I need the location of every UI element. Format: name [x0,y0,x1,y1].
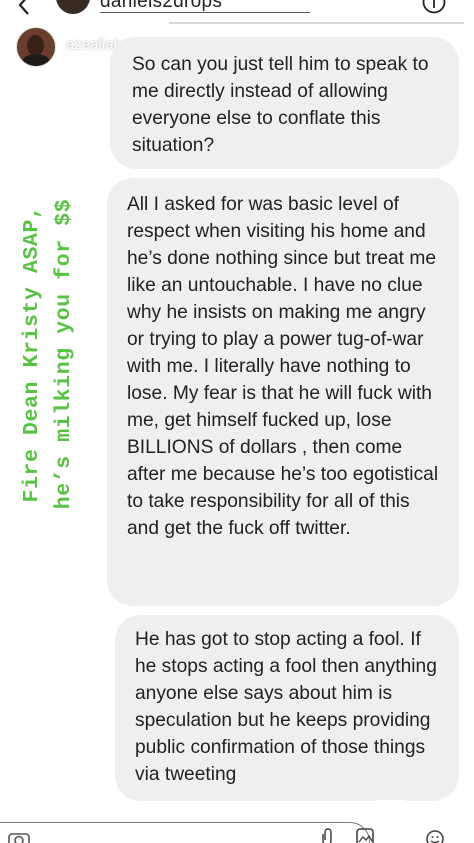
story-progress-fill [10,22,169,24]
camera-icon[interactable] [8,830,30,843]
message-bubble: So can you just tell him to speak to me … [110,37,459,169]
sticker-line: he’s milking you for $$ [52,198,76,510]
story-progress-bar [10,22,464,24]
avatar[interactable] [56,0,90,14]
text-sticker: Fire Dean Kristy ASAP, he’s milking you … [16,199,80,510]
paperclip-icon[interactable] [322,828,334,843]
send-icon[interactable] [376,798,406,828]
reply-input[interactable] [0,822,370,843]
message-bubble: All I asked for was basic level of respe… [107,178,459,606]
dm-header: daniels2drops [0,0,474,20]
chevron-left-icon[interactable] [14,0,36,16]
info-icon[interactable] [422,0,446,14]
username-underline [100,12,310,13]
avatar[interactable] [16,27,56,67]
sticker-line: Fire Dean Kristy ASAP, [20,205,44,503]
story-viewer: daniels2drops azealiabanks 2h So can you… [0,0,474,843]
message-bubble: He has got to stop acting a fool. If he … [115,615,459,801]
gallery-icon[interactable] [356,828,374,843]
sticker-icon[interactable] [426,830,444,843]
